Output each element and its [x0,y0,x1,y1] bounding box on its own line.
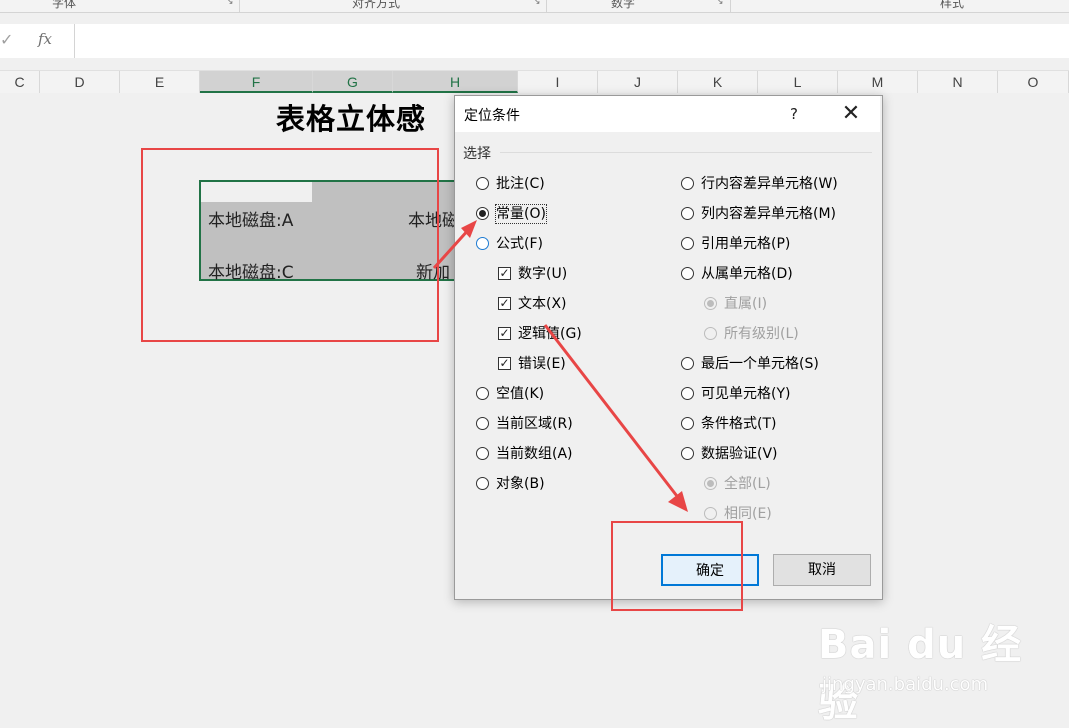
watermark-logo: Bai du 经验 [818,622,1023,726]
annotation-arrow-to-constants [432,220,477,270]
annotation-arrow-to-ok [543,324,688,512]
baidu-jingyan-watermark: Bai du 经验 jingyan.baidu.com [818,612,1058,726]
watermark-url: jingyan.baidu.com [822,674,989,695]
